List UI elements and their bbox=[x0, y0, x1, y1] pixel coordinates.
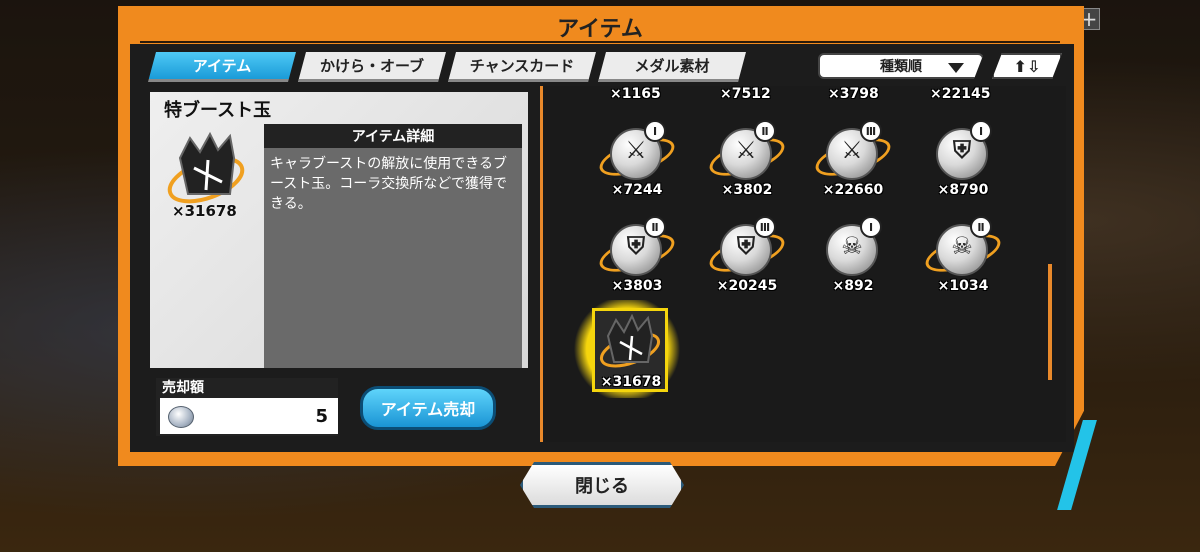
sort-order-button[interactable]: ⬆⇩ bbox=[992, 53, 1062, 79]
rank-badge: Ⅰ bbox=[644, 120, 666, 142]
sort-select[interactable]: 種類順 bbox=[818, 53, 984, 79]
close-button[interactable]: 閉じる bbox=[520, 462, 684, 508]
item-detail-header: アイテム詳細 bbox=[264, 124, 522, 148]
tab-medal-materials[interactable]: メダル素材 bbox=[598, 52, 746, 82]
rank-badge: Ⅱ bbox=[970, 216, 992, 238]
item-count: ×22660 bbox=[822, 182, 884, 198]
tab-items[interactable]: アイテム bbox=[148, 52, 296, 82]
grid-top-row-counts: ×1165 ×7512 ×3798 ×22145 bbox=[580, 86, 1020, 102]
window-title-bar: アイテム bbox=[140, 10, 1060, 44]
coin-icon bbox=[168, 406, 194, 428]
title-divider bbox=[140, 41, 1060, 43]
rank-badge: Ⅲ bbox=[754, 216, 776, 238]
item-count: ×1034 bbox=[937, 278, 989, 294]
item-slot[interactable]: ⚔ Ⅲ ×22660 bbox=[804, 118, 900, 198]
rank-badge: Ⅰ bbox=[970, 120, 992, 142]
item-count: ×3802 bbox=[721, 182, 773, 198]
rank-badge: Ⅲ bbox=[860, 120, 882, 142]
item-count: ×3803 bbox=[611, 278, 663, 294]
sell-item-button[interactable]: アイテム売却 bbox=[360, 386, 496, 430]
sell-price-label: 売却額 bbox=[156, 378, 338, 398]
item-slot-selected[interactable]: ×31678 bbox=[582, 310, 678, 390]
item-count: ×20245 bbox=[716, 278, 778, 294]
item-name: 特ブースト玉 bbox=[164, 100, 272, 121]
item-slot[interactable]: ☠ Ⅱ ×1034 bbox=[914, 214, 1010, 294]
item-count: ×1165 bbox=[610, 86, 661, 102]
item-slot[interactable]: ⛨ Ⅰ ×8790 bbox=[914, 118, 1010, 198]
item-count: ×8790 bbox=[937, 182, 989, 198]
item-count: ×31678 bbox=[600, 374, 662, 390]
item-slot[interactable]: ⚔ Ⅰ ×7244 bbox=[588, 118, 684, 198]
item-count: ×22145 bbox=[930, 86, 991, 102]
rank-badge: Ⅱ bbox=[754, 120, 776, 142]
window-title: アイテム bbox=[557, 17, 643, 42]
item-slot[interactable]: ⛨ Ⅱ ×3803 bbox=[588, 214, 684, 294]
sell-price-value: 5 bbox=[315, 405, 328, 427]
item-count: ×7244 bbox=[611, 182, 663, 198]
category-tabs: アイテム かけら・オーブ チャンスカード メダル素材 bbox=[148, 52, 746, 82]
item-slot[interactable]: ⛨ Ⅲ ×20245 bbox=[698, 214, 794, 294]
chevron-down-icon bbox=[948, 63, 964, 73]
up-down-arrows-icon: ⬆⇩ bbox=[1013, 56, 1041, 76]
item-count: ×892 bbox=[832, 278, 874, 294]
tab-shards-orbs[interactable]: かけら・オーブ bbox=[298, 52, 446, 82]
item-count: ×7512 bbox=[720, 86, 771, 102]
sort-select-value: 種類順 bbox=[880, 59, 922, 75]
item-slot[interactable]: ☠ Ⅰ ×892 bbox=[804, 214, 900, 294]
item-description: キャラブーストの解放に使用できるブースト玉。コーラ交換所などで獲得できる。 bbox=[264, 148, 522, 368]
grid-scrollbar[interactable] bbox=[1048, 264, 1052, 380]
rank-badge: Ⅱ bbox=[644, 216, 666, 238]
rank-badge: Ⅰ bbox=[860, 216, 882, 238]
tab-chance-cards[interactable]: チャンスカード bbox=[448, 52, 596, 82]
item-count: ×3798 bbox=[828, 86, 879, 102]
item-slot[interactable]: ⚔ Ⅱ ×3802 bbox=[698, 118, 794, 198]
boost-ball-icon bbox=[599, 314, 661, 368]
item-owned-count: ×31678 bbox=[172, 202, 237, 220]
